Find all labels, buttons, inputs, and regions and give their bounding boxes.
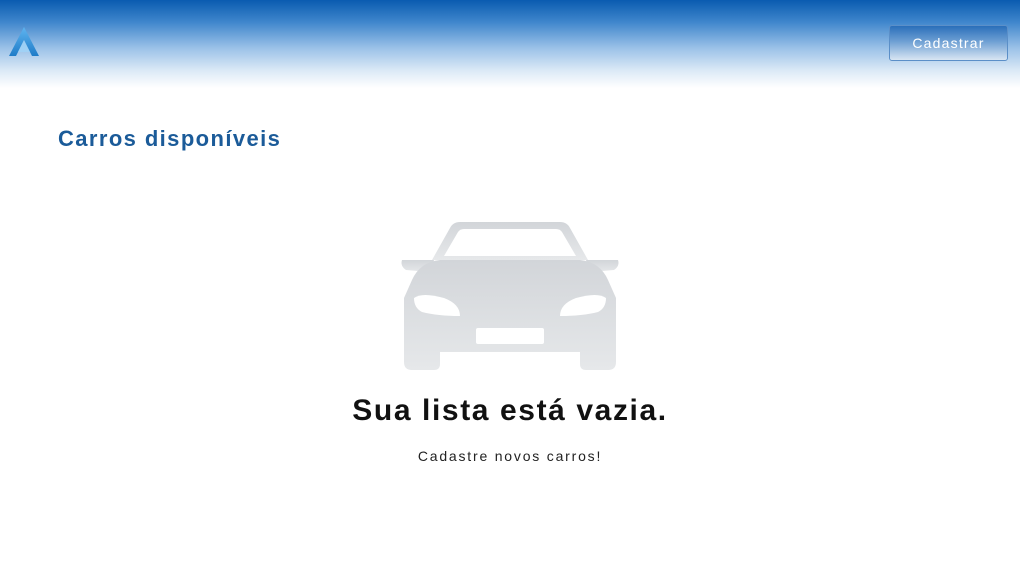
page-title: Carros disponíveis [58,126,282,151]
car-icon [401,222,619,370]
logo-icon[interactable] [8,26,40,58]
empty-state-title: Sua lista está vazia. [352,394,668,427]
empty-state: Sua lista está vazia. Cadastre novos car… [0,220,1020,464]
register-button[interactable]: Cadastrar [889,25,1008,61]
empty-state-subtitle: Cadastre novos carros! [417,448,603,464]
header: Cadastrar [0,0,1020,88]
